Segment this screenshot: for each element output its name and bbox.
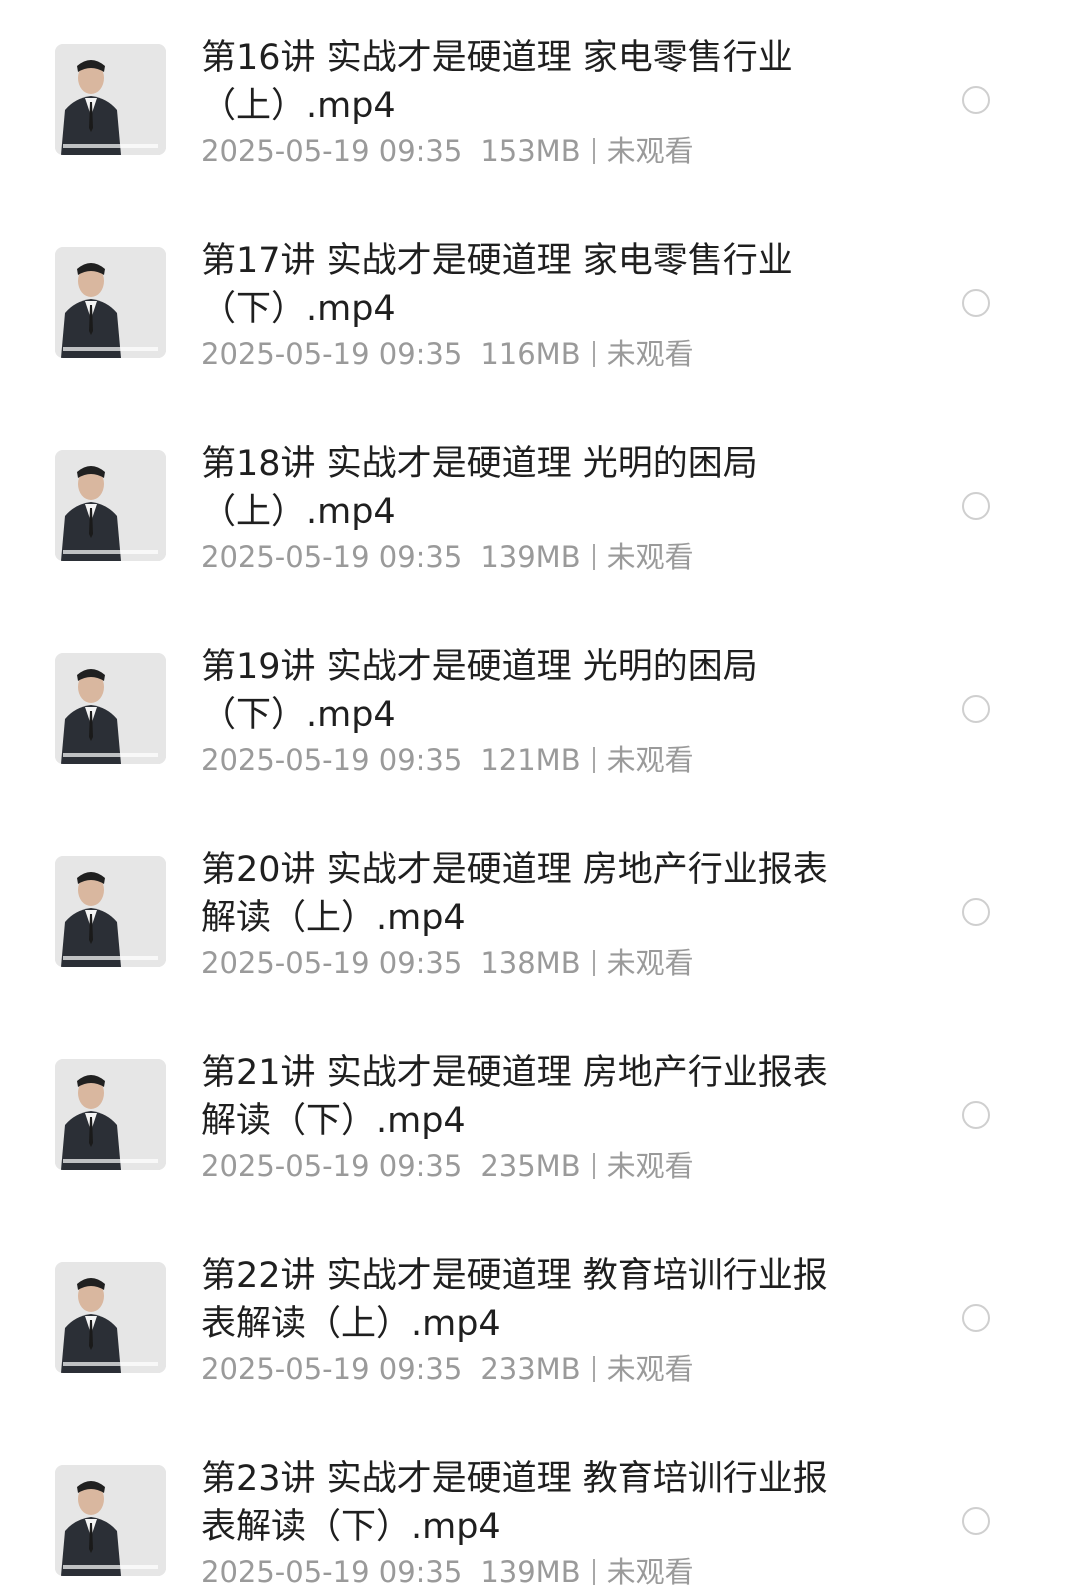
file-date: 2025-05-19 09:35 — [201, 1149, 463, 1183]
select-radio[interactable] — [962, 898, 990, 926]
video-thumbnail-icon[interactable] — [55, 1059, 166, 1170]
meta-divider — [592, 1559, 595, 1585]
file-row[interactable]: 第17讲 实战才是硬道理 家电零售行业（下）.mp4 2025-05-19 09… — [0, 203, 1080, 406]
file-list: 第16讲 实战才是硬道理 家电零售行业（上）.mp4 2025-05-19 09… — [0, 0, 1080, 1587]
file-row[interactable]: 第16讲 实战才是硬道理 家电零售行业（上）.mp4 2025-05-19 09… — [0, 0, 1080, 203]
meta-divider — [592, 747, 595, 773]
file-title[interactable]: 第17讲 实战才是硬道理 家电零售行业（下）.mp4 — [201, 237, 851, 333]
watch-status: 未观看 — [606, 540, 694, 574]
file-meta: 2025-05-19 09:35 121MB 未观看 — [201, 740, 694, 780]
file-date: 2025-05-19 09:35 — [201, 337, 463, 371]
file-size: 233MB — [480, 1352, 581, 1386]
file-size: 116MB — [480, 337, 581, 371]
file-date: 2025-05-19 09:35 — [201, 540, 463, 574]
watch-status: 未观看 — [606, 946, 694, 980]
file-size: 235MB — [480, 1149, 581, 1183]
file-date: 2025-05-19 09:35 — [201, 1352, 463, 1386]
file-title[interactable]: 第22讲 实战才是硬道理 教育培训行业报表解读（上）.mp4 — [201, 1252, 851, 1348]
file-row[interactable]: 第23讲 实战才是硬道理 教育培训行业报表解读（下）.mp4 2025-05-1… — [0, 1421, 1080, 1587]
video-thumbnail-icon[interactable] — [55, 247, 166, 358]
file-row[interactable]: 第21讲 实战才是硬道理 房地产行业报表解读（下）.mp4 2025-05-19… — [0, 1015, 1080, 1218]
watch-status: 未观看 — [606, 1352, 694, 1386]
watch-status: 未观看 — [606, 134, 694, 168]
file-row[interactable]: 第18讲 实战才是硬道理 光明的困局（上）.mp4 2025-05-19 09:… — [0, 406, 1080, 609]
file-row[interactable]: 第19讲 实战才是硬道理 光明的困局（下）.mp4 2025-05-19 09:… — [0, 609, 1080, 812]
file-title[interactable]: 第18讲 实战才是硬道理 光明的困局（上）.mp4 — [201, 440, 851, 536]
meta-divider — [592, 544, 595, 570]
file-date: 2025-05-19 09:35 — [201, 1555, 463, 1587]
file-title[interactable]: 第23讲 实战才是硬道理 教育培训行业报表解读（下）.mp4 — [201, 1455, 851, 1551]
video-thumbnail-icon[interactable] — [55, 1465, 166, 1576]
video-thumbnail-icon[interactable] — [55, 653, 166, 764]
file-meta: 2025-05-19 09:35 235MB 未观看 — [201, 1146, 694, 1186]
file-meta: 2025-05-19 09:35 139MB 未观看 — [201, 537, 694, 577]
select-radio[interactable] — [962, 86, 990, 114]
meta-divider — [592, 341, 595, 367]
file-size: 138MB — [480, 946, 581, 980]
meta-divider — [592, 138, 595, 164]
file-meta: 2025-05-19 09:35 139MB 未观看 — [201, 1552, 694, 1587]
file-meta: 2025-05-19 09:35 153MB 未观看 — [201, 131, 694, 171]
select-radio[interactable] — [962, 1507, 990, 1535]
select-radio[interactable] — [962, 289, 990, 317]
meta-divider — [592, 1153, 595, 1179]
watch-status: 未观看 — [606, 1149, 694, 1183]
select-radio[interactable] — [962, 695, 990, 723]
video-thumbnail-icon[interactable] — [55, 44, 166, 155]
meta-divider — [592, 950, 595, 976]
select-radio[interactable] — [962, 1304, 990, 1332]
file-title[interactable]: 第20讲 实战才是硬道理 房地产行业报表解读（上）.mp4 — [201, 846, 851, 942]
file-size: 121MB — [480, 743, 581, 777]
file-date: 2025-05-19 09:35 — [201, 946, 463, 980]
watch-status: 未观看 — [606, 337, 694, 371]
file-row[interactable]: 第20讲 实战才是硬道理 房地产行业报表解读（上）.mp4 2025-05-19… — [0, 812, 1080, 1015]
select-radio[interactable] — [962, 1101, 990, 1129]
watch-status: 未观看 — [606, 743, 694, 777]
file-size: 139MB — [480, 540, 581, 574]
watch-status: 未观看 — [606, 1555, 694, 1587]
file-size: 139MB — [480, 1555, 581, 1587]
file-meta: 2025-05-19 09:35 116MB 未观看 — [201, 334, 694, 374]
file-meta: 2025-05-19 09:35 138MB 未观看 — [201, 943, 694, 983]
video-thumbnail-icon[interactable] — [55, 1262, 166, 1373]
file-title[interactable]: 第19讲 实战才是硬道理 光明的困局（下）.mp4 — [201, 643, 851, 739]
file-date: 2025-05-19 09:35 — [201, 743, 463, 777]
video-thumbnail-icon[interactable] — [55, 450, 166, 561]
meta-divider — [592, 1356, 595, 1382]
file-size: 153MB — [480, 134, 581, 168]
video-thumbnail-icon[interactable] — [55, 856, 166, 967]
file-title[interactable]: 第21讲 实战才是硬道理 房地产行业报表解读（下）.mp4 — [201, 1049, 851, 1145]
file-meta: 2025-05-19 09:35 233MB 未观看 — [201, 1349, 694, 1389]
select-radio[interactable] — [962, 492, 990, 520]
file-title[interactable]: 第16讲 实战才是硬道理 家电零售行业（上）.mp4 — [201, 34, 851, 130]
file-row[interactable]: 第22讲 实战才是硬道理 教育培训行业报表解读（上）.mp4 2025-05-1… — [0, 1218, 1080, 1421]
file-date: 2025-05-19 09:35 — [201, 134, 463, 168]
